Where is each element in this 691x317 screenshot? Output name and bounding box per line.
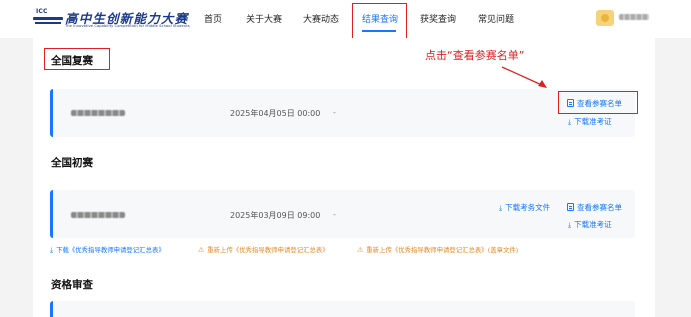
highlight-box-view-list [558,91,638,114]
nav-item-faq[interactable]: 常见问题 [478,12,514,25]
instruction-annotation: 点击“查看参赛名单” [425,49,525,62]
nav-item-about[interactable]: 关于大赛 [246,12,282,25]
download-icon: ⤓ [499,204,503,212]
download-teacher-summary-label[interactable]: 下载《优秀指导教师申请登记汇总表》 [56,246,165,254]
icc-logo-mark: ICC [33,8,63,28]
download-admission-ticket-label[interactable]: 下载准考证 [574,117,612,126]
download-teacher-summary-link[interactable]: ⤓ 下载《优秀指导教师申请登记汇总表》 [50,245,165,255]
section-title-qualification: 资格审查 [51,279,93,291]
nav-item-home[interactable]: 首页 [204,12,222,25]
competition-card-qualification [50,301,635,317]
logo-subtitle: The Innovative Capability Competition fo… [65,24,190,28]
download-admission-ticket-link-prelim[interactable]: ⤓ 下载准考证 [568,219,612,230]
warning-icon: ⚠ [357,246,364,254]
view-participant-list-link-prelim[interactable]: 查看参赛名单 [567,202,622,213]
card-dash: - [333,210,336,219]
logo-mark-text: ICC [36,8,48,15]
competition-card-final: 2025年04月05日 00:00 - [50,89,635,137]
reupload-sealed-summary-link[interactable]: ⚠ 重新上传《优秀指导教师申请登记汇总表》(盖章文件) [357,245,518,254]
section-title-national-prelim: 全国初赛 [51,157,93,169]
highlight-box-section-title [44,48,110,70]
competition-card-prelim: 2025年03月09日 09:00 - [50,190,635,238]
view-participant-list-label[interactable]: 查看参赛名单 [577,203,622,212]
list-doc-icon [567,203,574,211]
highlight-box-nav-results [352,3,407,41]
reupload-teacher-summary-label[interactable]: 重新上传《优秀指导教师申请登记汇总表》 [207,246,328,254]
reupload-sealed-summary-label[interactable]: 重新上传《优秀指导教师申请登记汇总表》(盖章文件) [366,246,518,254]
nav-item-awards[interactable]: 获奖查询 [420,12,456,25]
download-icon: ⤓ [50,246,54,254]
download-icon: ⤓ [568,221,572,229]
nav-item-news[interactable]: 大赛动态 [303,12,339,25]
competition-name-redacted [71,110,125,116]
site-logo[interactable]: ICC 高中生创新能力大赛 The Innovative Capability … [33,8,190,30]
user-avatar-icon[interactable] [596,10,614,26]
download-exam-files-label[interactable]: 下载考务文件 [505,203,550,212]
warning-icon: ⚠ [198,246,205,254]
card-date: 2025年04月05日 00:00 [230,109,321,118]
competition-name-redacted [71,212,125,218]
card-dash: - [333,108,336,117]
download-exam-files-link[interactable]: ⤓ 下载考务文件 [499,202,550,213]
card-date: 2025年03月09日 09:00 [230,211,321,220]
download-admission-ticket-link[interactable]: ⤓ 下载准考证 [568,116,612,127]
download-icon: ⤓ [568,118,572,126]
reupload-teacher-summary-link[interactable]: ⚠ 重新上传《优秀指导教师申请登记汇总表》 [198,245,329,254]
username-redacted[interactable] [619,14,649,20]
download-admission-ticket-label[interactable]: 下载准考证 [574,220,612,229]
top-nav-bar: ICC 高中生创新能力大赛 The Innovative Capability … [0,0,691,38]
main-panel [33,38,655,317]
